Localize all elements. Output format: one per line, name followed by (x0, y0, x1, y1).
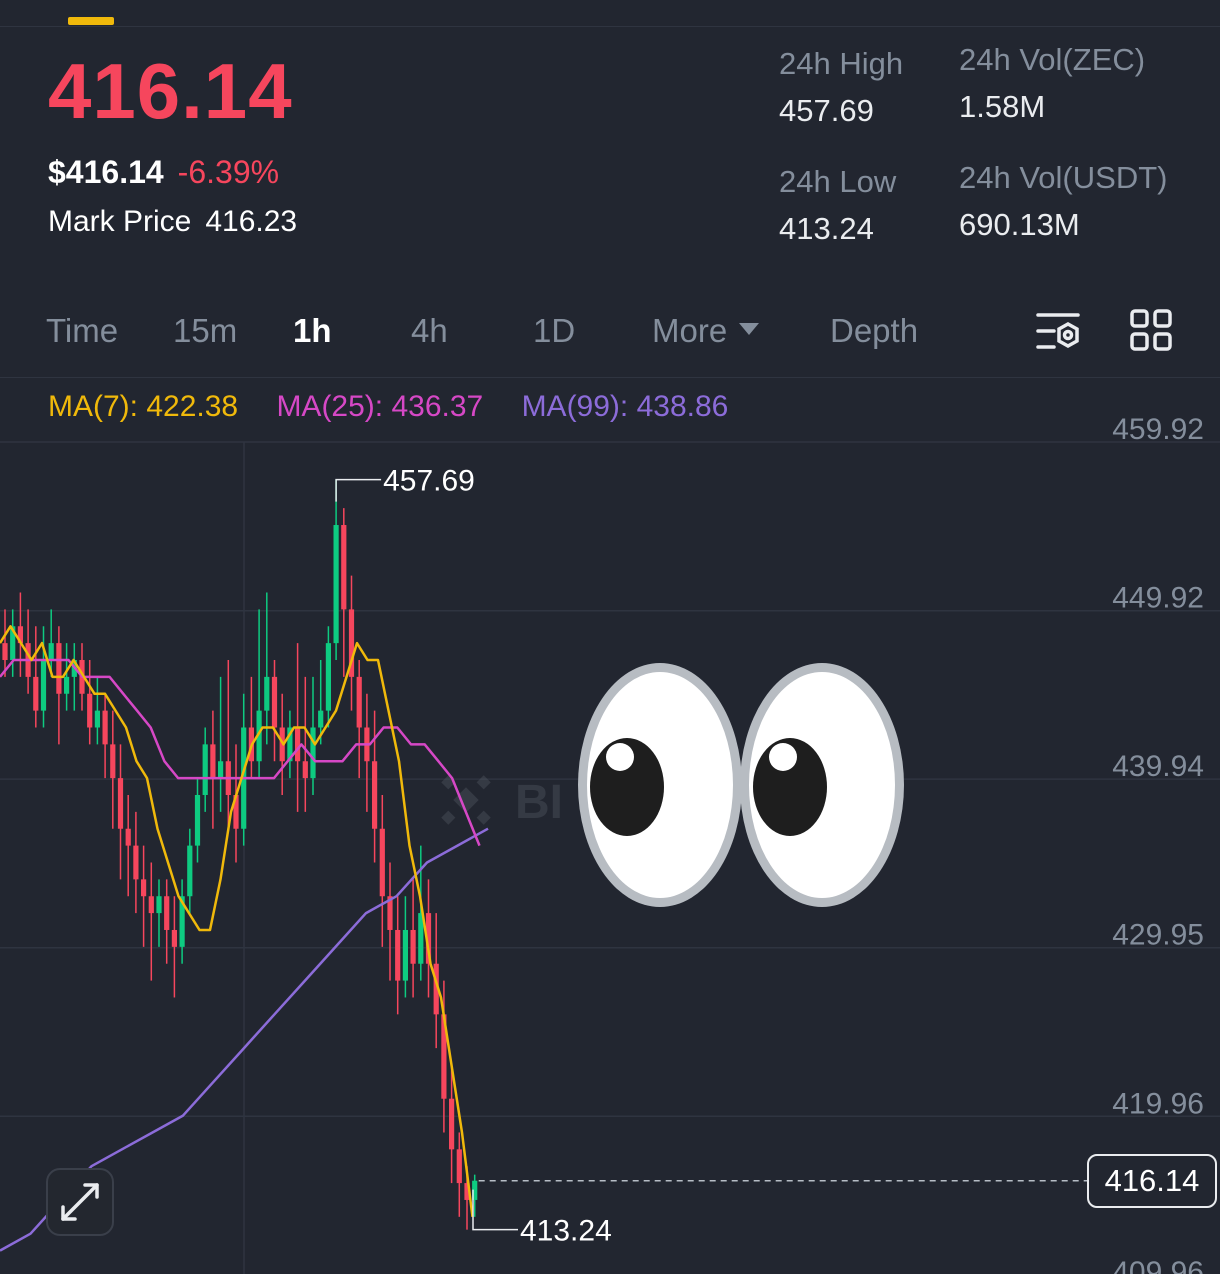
low-marker-label: 413.24 (520, 1215, 612, 1248)
y-tick-label: 459.92 (1112, 413, 1204, 446)
tab-more-label: More (652, 312, 728, 349)
ma25-line (0, 658, 481, 847)
candle-body (210, 744, 216, 779)
candle-body (148, 896, 154, 914)
low-value: 413.24 (779, 211, 874, 246)
candle-body (40, 660, 47, 711)
ma7-line (0, 625, 474, 1217)
brand-logo-icon (441, 775, 491, 825)
candle-body (94, 710, 100, 728)
candle-body (402, 929, 408, 981)
candle-body (64, 676, 70, 694)
caret-down-icon (739, 323, 760, 336)
vol-quote-value: 690.13M (959, 207, 1080, 242)
candle-body (164, 896, 170, 930)
y-tick-label: 449.92 (1112, 582, 1204, 615)
candle-body (333, 525, 339, 644)
candle-body (202, 744, 208, 795)
candle-body (218, 761, 224, 779)
candle-body (295, 727, 301, 762)
y-tick-label: 419.96 (1112, 1087, 1204, 1120)
mark-price-label: Mark Price (48, 205, 192, 238)
high-marker-leader (335, 478, 382, 502)
candle-body (110, 744, 116, 779)
candle-body (264, 676, 270, 711)
tab-4h[interactable]: 4h (411, 314, 448, 347)
tabs-divider (0, 377, 1220, 378)
tab-time[interactable]: Time (46, 314, 118, 347)
y-axis-labels: 459.92 449.92 439.94 429.95 419.96 409.96 (1112, 413, 1204, 1274)
candle-body (379, 828, 385, 897)
candle-body (2, 643, 8, 661)
mark-price-row: Mark Price 416.23 (48, 207, 297, 237)
candle-body (187, 845, 193, 897)
low-marker-leader (472, 1189, 518, 1231)
tab-more[interactable]: More (652, 312, 760, 349)
last-price: 416.14 (48, 47, 293, 135)
candle-body (341, 525, 347, 610)
candle-body (133, 845, 139, 880)
vol-base-label: 24h Vol(ZEC) (959, 42, 1146, 77)
eyes-emoji (578, 663, 904, 907)
fullscreen-button[interactable] (46, 1168, 114, 1236)
candle-body (48, 643, 54, 661)
interval-tabs: Time 15m 1h 4h 1D More Depth (0, 300, 1220, 370)
high-label: 24h High (779, 46, 904, 81)
chart-settings-icon[interactable] (1034, 310, 1082, 354)
candle-body (372, 761, 378, 829)
active-tab-indicator (68, 17, 114, 25)
high-marker-label: 457.69 (383, 465, 475, 498)
candle-body (302, 761, 308, 779)
candle-body (356, 676, 362, 728)
candle-body (87, 693, 93, 728)
watermark-logotype: BI (515, 776, 563, 829)
candle-body (410, 929, 416, 964)
candle-body (318, 710, 324, 728)
candle-body (156, 896, 162, 914)
candle-body (117, 778, 124, 829)
vol-base-value: 1.58M (959, 89, 1046, 124)
candle-body (194, 794, 201, 846)
y-tick-label: 429.95 (1112, 919, 1204, 952)
tab-1d[interactable]: 1D (533, 314, 575, 347)
candle-body (56, 643, 62, 694)
tab-15m[interactable]: 15m (173, 314, 237, 347)
candle-body (125, 828, 131, 846)
top-divider (0, 26, 1220, 27)
current-price-tag: 416.14 (1087, 1154, 1217, 1208)
candle-body (141, 879, 147, 897)
candle-body (33, 676, 39, 711)
candle-body (456, 1149, 462, 1184)
expand-arrows-icon (61, 1183, 99, 1221)
vol-quote-label: 24h Vol(USDT) (959, 160, 1168, 195)
usd-price: $416.14 (48, 154, 164, 190)
candle-body (449, 1098, 455, 1150)
high-value: 457.69 (779, 93, 874, 128)
mark-price-value: 416.23 (205, 205, 298, 238)
candle-body (171, 929, 177, 947)
grid-layout-icon[interactable] (1129, 308, 1173, 352)
price-change-percent: -6.39% (177, 154, 280, 190)
tab-depth[interactable]: Depth (830, 314, 918, 347)
low-label: 24h Low (779, 164, 897, 199)
candle-body (310, 727, 316, 779)
y-tick-label: 409.96 (1112, 1256, 1204, 1274)
candle-body (395, 929, 401, 981)
candlestick-chart[interactable]: 459.92449.92439.94429.95419.96409.96 BI … (0, 380, 1220, 1274)
tab-1h[interactable]: 1h (293, 314, 332, 347)
candle-body (271, 676, 278, 728)
candles (2, 479, 478, 1230)
y-tick-label: 439.94 (1112, 750, 1204, 783)
usd-price-row: $416.14 -6.39% (48, 156, 279, 188)
candle-body (325, 643, 331, 711)
candle-body (102, 710, 108, 745)
